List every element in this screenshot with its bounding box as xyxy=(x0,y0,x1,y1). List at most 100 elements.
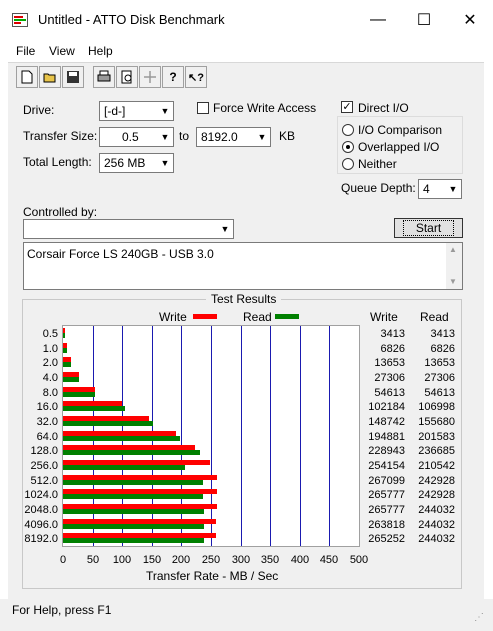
close-icon: ✕ xyxy=(463,12,477,29)
transfer-to-select[interactable]: 8192.0 ▼ xyxy=(196,127,271,147)
neither-radio[interactable] xyxy=(342,158,354,170)
queue-depth-label: Queue Depth: xyxy=(341,181,416,195)
read-value: 242928 xyxy=(418,489,455,501)
x-tick-label: 300 xyxy=(231,554,251,566)
drive-label: Drive: xyxy=(23,103,55,117)
y-tick-label: 256.0 xyxy=(30,460,58,472)
x-axis-label: Transfer Rate - MB / Sec xyxy=(146,569,279,583)
io-comparison-radio[interactable] xyxy=(342,124,354,136)
grid-line xyxy=(300,326,301,546)
write-value: 102184 xyxy=(368,401,405,413)
menu-help[interactable]: Help xyxy=(88,44,113,58)
write-value: 27306 xyxy=(374,372,405,384)
description-textarea[interactable]: Corsair Force LS 240GB - USB 3.0 ▲ ▼ xyxy=(23,242,463,290)
write-value: 194881 xyxy=(368,431,405,443)
overlapped-io-radio[interactable] xyxy=(342,141,354,153)
minimize-button[interactable]: — xyxy=(355,0,401,40)
transfer-from-select[interactable]: 0.5 ▼ xyxy=(99,127,174,147)
io-comparison-label: I/O Comparison xyxy=(358,123,443,137)
y-tick-label: 4.0 xyxy=(42,372,58,384)
maximize-icon: ☐ xyxy=(416,12,432,29)
start-button[interactable]: Start xyxy=(394,218,463,238)
y-tick-label: 0.5 xyxy=(42,328,58,340)
resize-grip-icon[interactable]: ⋰ xyxy=(474,612,484,623)
read-bar xyxy=(63,538,204,543)
y-tick-label: 2048.0 xyxy=(24,504,58,516)
menu-view[interactable]: View xyxy=(49,44,75,58)
y-tick-label: 8192.0 xyxy=(24,533,58,545)
direct-io-checkbox[interactable]: ✓ xyxy=(341,101,353,113)
context-help-button[interactable]: ↖? xyxy=(185,66,207,88)
write-value: 13653 xyxy=(374,357,405,369)
y-tick-label: 128.0 xyxy=(30,445,58,457)
status-text: For Help, press F1 xyxy=(12,603,112,617)
read-value: 54613 xyxy=(424,387,455,399)
maximize-button[interactable]: ☐ xyxy=(401,0,447,40)
save-button[interactable] xyxy=(62,66,84,88)
print-button[interactable] xyxy=(93,66,115,88)
write-value: 263818 xyxy=(368,519,405,531)
test-results-title: Test Results xyxy=(206,292,282,306)
total-length-select[interactable]: 256 MB ▼ xyxy=(99,153,174,173)
menu-file[interactable]: File xyxy=(16,44,35,58)
description-scrollbar[interactable]: ▲ ▼ xyxy=(446,243,462,289)
legend-write-swatch xyxy=(193,314,217,319)
controlled-by-label: Controlled by: xyxy=(23,205,98,219)
x-tick-label: 500 xyxy=(349,554,369,566)
drive-select[interactable]: [-d-] ▼ xyxy=(99,101,174,121)
read-value: 236685 xyxy=(418,445,455,457)
read-bar xyxy=(63,362,71,367)
app-icon xyxy=(12,13,28,27)
y-tick-label: 512.0 xyxy=(30,475,58,487)
legend-read-label: Read xyxy=(243,310,272,324)
read-bar xyxy=(63,509,204,514)
read-value: 244032 xyxy=(418,519,455,531)
x-tick-label: 0 xyxy=(59,554,67,566)
y-tick-label: 32.0 xyxy=(36,416,58,428)
write-value: 254154 xyxy=(368,460,405,472)
grid-line xyxy=(270,326,271,546)
write-value: 267099 xyxy=(368,475,405,487)
transfer-to-value: 8192.0 xyxy=(201,130,238,144)
scroll-up-icon: ▲ xyxy=(449,245,457,254)
read-bar xyxy=(63,377,79,382)
print-preview-button[interactable] xyxy=(116,66,138,88)
new-file-button[interactable] xyxy=(16,66,38,88)
move-button[interactable] xyxy=(139,66,161,88)
chevron-down-icon: ▼ xyxy=(257,132,267,142)
read-value: 155680 xyxy=(418,416,455,428)
minimize-icon: — xyxy=(370,11,386,28)
read-value: 201583 xyxy=(418,431,455,443)
force-write-checkbox[interactable] xyxy=(197,102,209,114)
open-button[interactable] xyxy=(39,66,61,88)
read-bar xyxy=(63,348,67,353)
read-bar xyxy=(63,406,125,411)
to-label: to xyxy=(179,129,190,143)
help-button[interactable]: ? xyxy=(162,66,184,88)
x-tick-label: 350 xyxy=(260,554,280,566)
read-bar xyxy=(63,480,203,485)
legend-read-swatch xyxy=(275,314,299,319)
queue-depth-select[interactable]: 4 ▼ xyxy=(418,179,462,199)
controlled-by-select[interactable]: ▼ xyxy=(23,219,234,239)
direct-io-label: Direct I/O xyxy=(358,101,409,115)
save-icon xyxy=(67,71,79,83)
write-value: 6826 xyxy=(380,343,405,355)
chevron-down-icon: ▼ xyxy=(160,158,170,168)
read-bar xyxy=(63,392,95,397)
drive-value: [-d-] xyxy=(104,104,126,118)
read-bar xyxy=(63,436,180,441)
y-tick-label: 1.0 xyxy=(42,343,58,355)
help-icon: ? xyxy=(169,70,177,84)
read-bar xyxy=(63,421,153,426)
close-button[interactable]: ✕ xyxy=(447,0,493,40)
read-column-header: Read xyxy=(420,310,449,324)
chevron-down-icon: ▼ xyxy=(220,224,230,234)
y-tick-label: 1024.0 xyxy=(24,489,58,501)
total-length-value: 256 MB xyxy=(104,156,146,170)
scroll-down-icon: ▼ xyxy=(449,277,457,286)
read-bar xyxy=(63,494,203,499)
read-value: 244032 xyxy=(418,533,455,545)
y-tick-label: 64.0 xyxy=(36,431,58,443)
x-tick-label: 150 xyxy=(142,554,162,566)
